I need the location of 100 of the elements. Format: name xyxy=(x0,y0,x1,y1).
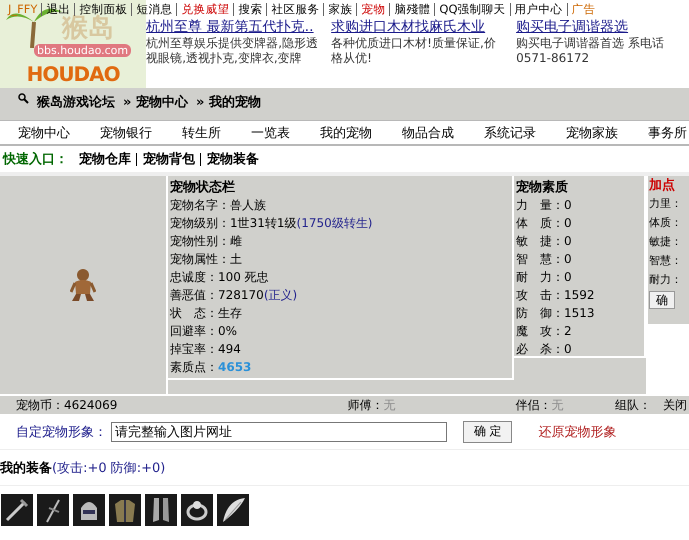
status-value: 雌 xyxy=(230,232,242,250)
status-label: 掉宝率： xyxy=(170,340,218,358)
status-label: 素质点： xyxy=(170,358,218,376)
quick-entry-link[interactable]: 宠物装备 xyxy=(200,152,259,166)
status-value: 土 xyxy=(230,250,242,268)
ad-title-link[interactable]: 杭州至尊 最新第五代扑克.. xyxy=(146,18,320,36)
quality-value: 1513 xyxy=(564,306,595,320)
ad-title-link[interactable]: 求购进口木材找麻氏木业 xyxy=(331,18,504,36)
team-value: 关闭 xyxy=(663,396,687,414)
menu-item[interactable]: 宠物家族 xyxy=(566,124,618,142)
logo-title: 猴岛 xyxy=(62,13,114,45)
nav-link[interactable]: QQ强制聊天 xyxy=(434,2,510,16)
status-value: 0% xyxy=(218,324,238,338)
menu-item[interactable]: 一览表 xyxy=(251,124,290,142)
master-value: 无 xyxy=(383,396,396,414)
ad-text: 杭州至尊娱乐提供变牌器,隐形透视眼镜,透视扑克,变牌衣,变牌 xyxy=(146,36,320,66)
menu-item[interactable]: 系统记录 xyxy=(484,124,536,142)
nav-link[interactable]: 社区服务 xyxy=(266,2,324,16)
quality-label: 防 御： xyxy=(516,304,564,322)
dagger-icon[interactable] xyxy=(37,494,69,526)
quality-value: 0 xyxy=(564,342,572,356)
status-label: 回避率： xyxy=(170,322,218,340)
status-value: 728170 xyxy=(218,288,264,302)
coins-value: 4624069 xyxy=(64,398,118,412)
add-point-label: 敏捷： xyxy=(649,234,682,249)
nav-link[interactable]: 家族 xyxy=(323,2,356,16)
wing-icon[interactable] xyxy=(217,494,249,526)
panel-title: 加点 xyxy=(649,177,675,194)
quality-label: 魔 攻： xyxy=(516,322,564,340)
breadcrumb-link[interactable]: 猴岛游戏论坛 xyxy=(37,93,115,111)
status-value: 生存 xyxy=(218,304,242,322)
status-label: 宠物级别： xyxy=(170,214,230,232)
status-note: (正义) xyxy=(264,286,298,304)
status-label: 忠诚度： xyxy=(170,268,218,286)
armor-icon[interactable] xyxy=(109,494,141,526)
image-url-field[interactable]: 请完整输入图片网址 xyxy=(111,422,447,442)
nav-link[interactable]: 广告 xyxy=(566,2,600,16)
quality-label: 攻 击： xyxy=(516,286,564,304)
pet-drawing xyxy=(70,268,96,302)
status-label: 善恶值： xyxy=(170,286,218,304)
search-icon xyxy=(18,93,29,104)
logo-url: bbs.houdao.com xyxy=(34,44,132,57)
ring-icon[interactable] xyxy=(181,494,213,526)
status-value: 100 死忠 xyxy=(218,268,269,286)
quality-value: 0 xyxy=(564,198,572,212)
menu-item[interactable]: 我的宠物 xyxy=(320,124,372,142)
menu-item[interactable]: 宠物银行 xyxy=(100,124,152,142)
confirm-button[interactable]: 确 xyxy=(649,291,675,309)
equipment-heading: 我的装备(攻击:+0 防御:+0) xyxy=(0,460,166,476)
team-label: 组队： xyxy=(615,396,651,414)
menu-item[interactable]: 宠物中心 xyxy=(18,124,70,142)
quality-label: 耐 力： xyxy=(516,268,564,286)
quick-entry-link[interactable]: 宠物仓库 xyxy=(73,152,131,166)
status-value: 494 xyxy=(218,342,241,356)
ad-title-link[interactable]: 购买电子调谐器选 xyxy=(516,18,689,36)
custom-image-label: 自定宠物形象： xyxy=(16,424,107,440)
nav-link[interactable]: 宠物 xyxy=(356,2,390,16)
quality-label: 敏 捷： xyxy=(516,232,564,250)
breadcrumb-link[interactable]: » 宠物中心 xyxy=(123,93,188,111)
boots-icon[interactable] xyxy=(145,494,177,526)
add-point-label: 力里： xyxy=(649,196,682,211)
quality-value: 0 xyxy=(564,216,572,230)
status-value: 1世31转1级 xyxy=(230,214,297,232)
status-value: 兽人族 xyxy=(230,196,266,214)
nav-link[interactable]: 搜索 xyxy=(233,2,266,16)
quality-value: 0 xyxy=(564,234,572,248)
status-note: (1750级转生) xyxy=(296,214,372,232)
restore-image-link[interactable]: 还原宠物形象 xyxy=(538,422,616,440)
add-point-label: 耐力： xyxy=(649,272,682,287)
nav-link[interactable]: 用户中心 xyxy=(510,2,567,16)
confirm-button[interactable]: 确 定 xyxy=(463,420,512,442)
menu-item[interactable]: 事务所 xyxy=(648,124,687,142)
quality-value: 2 xyxy=(564,324,572,338)
status-label: 宠物性别： xyxy=(170,232,230,250)
quality-label: 力 量： xyxy=(516,196,564,214)
add-point-label: 智慧： xyxy=(649,253,682,268)
helmet-icon[interactable] xyxy=(73,494,105,526)
status-value: 4653 xyxy=(218,360,252,374)
partner-value: 无 xyxy=(551,396,564,414)
logo-wordmark: HOUDAO xyxy=(26,62,120,86)
sword-icon[interactable] xyxy=(1,494,33,526)
quality-label: 体 质： xyxy=(516,214,564,232)
add-point-label: 体质： xyxy=(649,215,682,230)
ad-text: 各种优质进口木材!质量保证,价格从优! xyxy=(331,36,497,66)
nav-link[interactable]: 兑换威望 xyxy=(176,2,234,16)
menu-item[interactable]: 转生所 xyxy=(182,124,221,142)
status-label: 宠物属性： xyxy=(170,250,230,268)
breadcrumb-link[interactable]: » 我的宠物 xyxy=(196,93,261,111)
quick-entry-label: 快速入口： xyxy=(3,150,68,168)
quality-value: 1592 xyxy=(564,288,595,302)
quality-value: 0 xyxy=(564,270,572,284)
panel-title: 宠物状态栏 xyxy=(170,178,235,196)
coins-label: 宠物币： xyxy=(16,396,64,414)
quality-label: 智 慧： xyxy=(516,250,564,268)
menu-item[interactable]: 物品合成 xyxy=(402,124,454,142)
quick-entry-link[interactable]: 宠物背包 xyxy=(136,152,195,166)
partner-label: 伴侣： xyxy=(515,396,552,414)
quality-label: 必 杀： xyxy=(516,340,564,358)
nav-link[interactable]: 脑殘體 xyxy=(389,2,434,16)
panel-title: 宠物素质 xyxy=(516,178,568,196)
